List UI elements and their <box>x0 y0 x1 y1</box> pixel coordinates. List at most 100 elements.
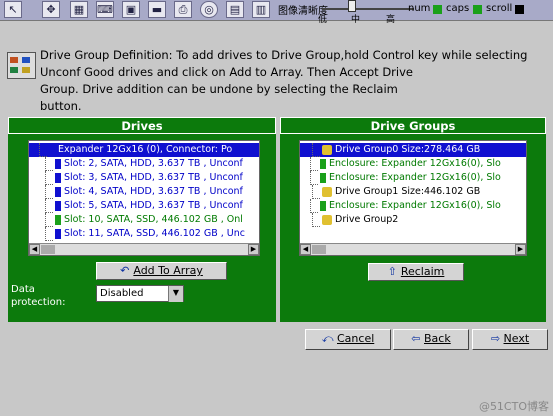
capture-icon[interactable]: ▥ <box>252 1 270 18</box>
drive-item-label: Slot: 3, SATA, HDD, 3.637 TB , Unconf <box>64 172 243 183</box>
tree-connector-icon <box>310 199 318 213</box>
drive-group-item-label: Drive Group0 Size:278.464 GB <box>335 144 481 155</box>
add-to-array-button[interactable]: ↶ Add To Array <box>96 262 227 280</box>
drive-groups-header: Drive Groups <box>280 117 546 134</box>
num-indicator <box>433 5 442 14</box>
drive-item[interactable]: Slot: 11, SATA, SSD, 446.102 GB , Unc <box>29 227 259 241</box>
drive-group-icon <box>322 187 332 197</box>
scroll-left-button[interactable]: ◀ <box>29 244 40 255</box>
drives-hscrollbar[interactable]: ◀ ▶ <box>29 243 259 255</box>
drive-group-item[interactable]: Drive Group1 Size:446.102 GB <box>300 185 526 199</box>
tree-connector-icon <box>45 213 53 227</box>
tick-high: 高 <box>386 15 396 25</box>
tree-connector-icon <box>39 143 47 157</box>
drive-item[interactable]: Slot: 10, SATA, SSD, 446.102 GB , Onl <box>29 213 259 227</box>
drive-item[interactable]: Slot: 5, SATA, HDD, 3.637 TB , Unconf <box>29 199 259 213</box>
drive-item-label: Slot: 11, SATA, SSD, 446.102 GB , Unc <box>64 228 245 239</box>
top-toolbar: ↖ ✥ ▦ ⌨ ▣ ▬ ⎙ ◎ ▤ ▥ 图像清晰度 低 中 高 num caps… <box>0 0 553 25</box>
tree-connector-icon <box>45 227 53 241</box>
drive-item[interactable]: Slot: 3, SATA, HDD, 3.637 TB , Unconf <box>29 171 259 185</box>
cancel-button[interactable]: ⤺ Cancel <box>305 329 391 350</box>
refresh-icon[interactable]: ◎ <box>200 1 218 18</box>
drive-item-label: Slot: 4, SATA, HDD, 3.637 TB , Unconf <box>64 186 243 197</box>
drive-group-item-label: Drive Group2 <box>335 214 399 225</box>
display-icon[interactable]: ▦ <box>70 1 88 18</box>
scroll-right-button[interactable]: ▶ <box>248 244 259 255</box>
back-arrow-icon: ⇦ <box>411 332 424 345</box>
drive-icon <box>55 187 61 197</box>
scroll-thumb[interactable] <box>312 245 326 254</box>
drive-item-label: Slot: 2, SATA, HDD, 3.637 TB , Unconf <box>64 158 243 169</box>
move-icon[interactable]: ✥ <box>42 1 60 18</box>
drive-icon <box>55 215 61 225</box>
drive-icon <box>55 159 61 169</box>
drive-icon <box>320 173 326 183</box>
drive-item-label: Expander 12Gx16 (0), Connector: Po <box>58 144 233 155</box>
tree-connector-icon <box>310 157 318 171</box>
drives-list[interactable]: Expander 12Gx16 (0), Connector: Po Slot: … <box>28 140 260 256</box>
drive-item[interactable]: Slot: 4, SATA, HDD, 3.637 TB , Unconf <box>29 185 259 199</box>
reclaim-button[interactable]: ⇧ Reclaim <box>368 263 464 281</box>
drive-group-item[interactable]: Drive Group0 Size:278.464 GB <box>300 143 526 157</box>
drive-group-item-label: Enclosure: Expander 12Gx16(0), Slo <box>329 172 501 183</box>
drive-group-item[interactable]: Enclosure: Expander 12Gx16(0), Slo <box>300 199 526 213</box>
data-protection-label: Data protection: <box>11 284 66 308</box>
drive-item-label: Slot: 10, SATA, SSD, 446.102 GB , Onl <box>64 214 243 225</box>
drive-groups-list[interactable]: Drive Group0 Size:278.464 GB Enclosure: E… <box>299 140 527 256</box>
chevron-down-icon[interactable]: ▼ <box>168 286 183 302</box>
caps-indicator <box>473 5 482 14</box>
drive-group-item-label: Enclosure: Expander 12Gx16(0), Slo <box>329 200 501 211</box>
quality-slider-track[interactable] <box>322 8 414 10</box>
drives-header: Drives <box>8 117 276 134</box>
settings-icon[interactable]: ▤ <box>226 1 244 18</box>
back-button[interactable]: ⇦ Back <box>393 329 469 350</box>
tree-connector-icon <box>310 171 318 185</box>
drive-group-item-label: Enclosure: Expander 12Gx16(0), Slo <box>329 158 501 169</box>
tick-low: 低 <box>318 15 328 25</box>
drive-item[interactable]: Expander 12Gx16 (0), Connector: Po <box>29 143 259 157</box>
drive-group-item[interactable]: Enclosure: Expander 12Gx16(0), Slo <box>300 157 526 171</box>
up-arrow-icon: ⇧ <box>387 265 397 278</box>
definition-line-4: button. <box>40 99 82 113</box>
tree-connector-icon <box>312 213 320 227</box>
drive-icon <box>320 201 326 211</box>
scroll-right-button[interactable]: ▶ <box>515 244 526 255</box>
cancel-icon: ⤺ <box>321 332 337 345</box>
drive-group-item-label: Drive Group1 Size:446.102 GB <box>335 186 481 197</box>
tree-connector-icon <box>312 143 320 157</box>
tree-connector-icon <box>45 157 53 171</box>
keyboard-icon[interactable]: ⌨ <box>96 1 114 18</box>
drive-group-item[interactable]: Drive Group2 <box>300 213 526 227</box>
quality-slider-thumb[interactable] <box>348 0 356 12</box>
drive-group-icon <box>7 52 36 79</box>
scroll-left-button[interactable]: ◀ <box>300 244 311 255</box>
cursor-icon[interactable]: ↖ <box>4 1 22 18</box>
scroll-thumb[interactable] <box>41 245 55 254</box>
drive-icon <box>55 173 61 183</box>
undo-arrow-icon: ↶ <box>120 264 130 277</box>
drive-icon <box>320 159 326 169</box>
drive-item-label: Slot: 5, SATA, HDD, 3.637 TB , Unconf <box>64 200 243 211</box>
save-icon[interactable]: ▬ <box>148 1 166 18</box>
drive-group-definition: Drive Group Definition: To add drives to… <box>40 47 540 115</box>
num-label: num <box>408 3 431 14</box>
drive-icon <box>55 201 61 211</box>
next-arrow-icon: ⇨ <box>490 332 504 345</box>
tick-mid: 中 <box>351 15 361 25</box>
drive-icon <box>55 229 61 239</box>
drive-group-item[interactable]: Enclosure: Expander 12Gx16(0), Slo <box>300 171 526 185</box>
monitor-icon[interactable]: ▣ <box>122 1 140 18</box>
definition-line-3: Group. Drive addition can be undone by s… <box>40 82 398 96</box>
scroll-indicator <box>515 5 524 14</box>
scroll-label: scroll <box>486 3 513 14</box>
next-button[interactable]: ⇨ Next <box>472 329 548 350</box>
tree-connector-icon <box>45 185 53 199</box>
caps-label: caps <box>446 3 470 14</box>
print-icon[interactable]: ⎙ <box>174 1 192 18</box>
drive-group-icon <box>322 215 332 225</box>
drive-item[interactable]: Slot: 2, SATA, HDD, 3.637 TB , Unconf <box>29 157 259 171</box>
definition-line-2: Unconf Good drives and click on Add to A… <box>40 65 413 79</box>
tree-connector-icon <box>45 199 53 213</box>
groups-hscrollbar[interactable]: ◀ ▶ <box>300 243 526 255</box>
data-protection-select[interactable]: Disabled ▼ <box>96 285 184 302</box>
